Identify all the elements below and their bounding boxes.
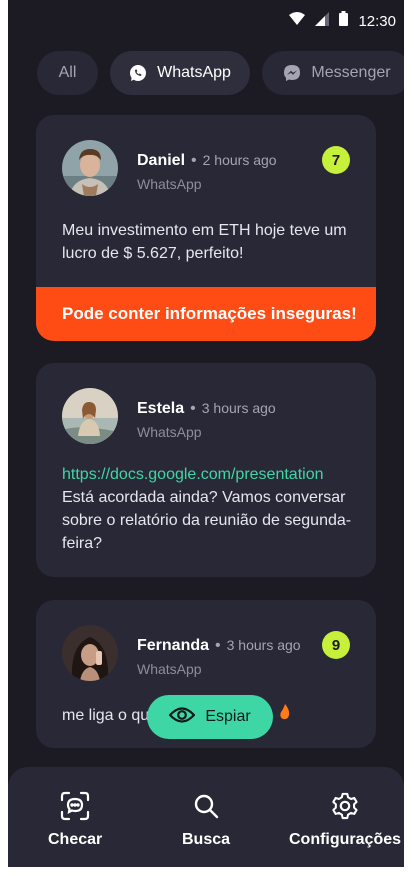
sender-name-row: Fernanda • 3 hours ago (137, 637, 301, 654)
filter-chip-label: Messenger (311, 64, 391, 81)
message-time: 3 hours ago (226, 637, 301, 653)
battery-icon (339, 11, 349, 31)
wifi-icon (289, 11, 306, 31)
sender-name: Estela (137, 400, 185, 417)
gear-icon (330, 791, 360, 821)
espiar-button[interactable]: Espiar (147, 695, 273, 739)
filter-chip-messenger[interactable]: Messenger (262, 51, 404, 95)
nav-item-configuracoes[interactable]: Configurações (289, 791, 401, 849)
source-app: WhatsApp (137, 176, 202, 192)
filter-chip-whatsapp[interactable]: WhatsApp (110, 51, 250, 95)
source-app: WhatsApp (137, 424, 202, 440)
avatar (62, 625, 118, 681)
filter-chips: All WhatsApp Messenger (37, 51, 404, 95)
filter-chip-label: All (58, 64, 77, 81)
message-body: https://docs.google.com/presentation Est… (62, 463, 354, 555)
status-time: 12:30 (358, 12, 396, 30)
espiar-label: Espiar (205, 708, 251, 725)
messenger-icon (283, 63, 301, 83)
signal-icon (315, 11, 330, 31)
status-bar: 12:30 (8, 0, 404, 40)
message-link[interactable]: https://docs.google.com/presentation (62, 463, 354, 486)
sender-name-row: Daniel • 2 hours ago (137, 152, 277, 169)
nav-label: Checar (48, 831, 103, 848)
app-screen: 12:30 All WhatsApp Messenger Daniel • 2 … (8, 0, 404, 867)
message-card[interactable]: Daniel • 2 hours ago WhatsApp 7 Meu invest… (36, 115, 376, 341)
nav-item-busca[interactable]: Busca (182, 791, 230, 849)
eye-icon (168, 706, 196, 729)
message-card[interactable]: Estela • 3 hours ago WhatsApp https://docs… (36, 363, 376, 577)
nav-item-checar[interactable]: Checar (48, 791, 102, 849)
security-warning: Pode conter informações inseguras! (36, 287, 376, 341)
unread-badge: 7 (322, 146, 350, 174)
nav-label: Configurações (289, 831, 402, 848)
fire-emoji-icon (280, 704, 290, 725)
search-icon (191, 791, 221, 821)
sender-name-row: Estela • 3 hours ago (137, 400, 276, 417)
message-time: 3 hours ago (201, 400, 276, 416)
avatar (62, 388, 118, 444)
source-app: WhatsApp (137, 661, 202, 677)
filter-chip-label: WhatsApp (157, 64, 231, 81)
bottom-nav: Checar Busca Configurações (8, 767, 404, 867)
unread-badge: 9 (322, 631, 350, 659)
avatar (62, 140, 118, 196)
scan-chat-icon (60, 791, 90, 821)
message-time: 2 hours ago (202, 152, 277, 168)
filter-chip-all[interactable]: All (37, 51, 98, 95)
nav-label: Busca (182, 831, 231, 848)
message-text: Está acordada ainda? Vamos conversar sob… (62, 489, 352, 552)
sender-name: Fernanda (137, 637, 210, 654)
whatsapp-icon (129, 63, 147, 83)
sender-name: Daniel (137, 152, 186, 169)
message-text: Meu investimento em ETH hoje teve um luc… (62, 222, 347, 262)
